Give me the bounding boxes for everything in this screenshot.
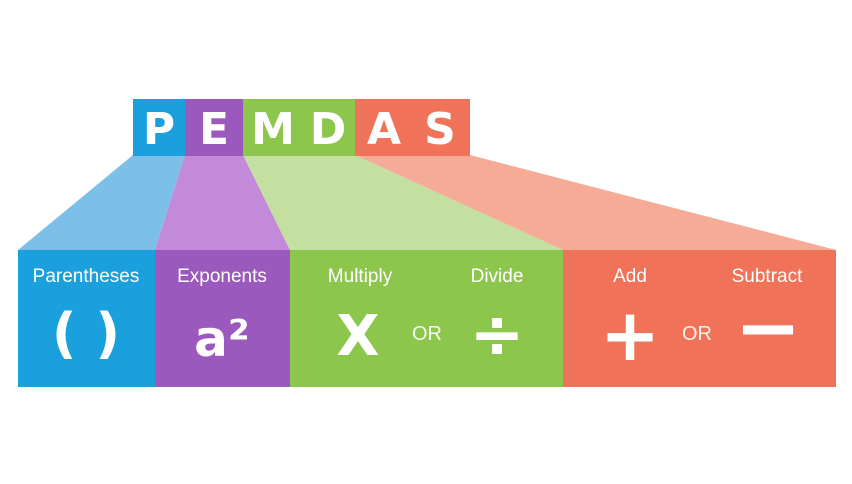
pemdas-diagram: P E M D A S Parentheses ( ) Exponents a²… — [18, 99, 836, 387]
exponent-symbol: a² — [194, 310, 250, 368]
letter-d: D — [310, 104, 347, 155]
multiply-symbol: X — [336, 304, 379, 369]
add-subtract-block: Add + OR Subtract − — [563, 250, 836, 387]
add-subtract-or: OR — [682, 323, 712, 345]
exponents-block: Exponents a² — [155, 250, 290, 387]
letter-s: S — [424, 104, 456, 155]
letter-m: M — [251, 104, 295, 155]
letter-e: E — [199, 104, 229, 155]
divide-symbol: ÷ — [469, 296, 524, 373]
multiply-divide-or: OR — [412, 323, 442, 345]
add-label: Add — [613, 266, 647, 287]
acronym-header: P E M D A S — [133, 99, 470, 156]
multiply-label: Multiply — [328, 266, 393, 287]
letter-a: A — [367, 104, 401, 155]
letter-p: P — [143, 104, 175, 155]
divide-label: Divide — [471, 266, 524, 287]
subtract-symbol: − — [734, 281, 801, 374]
parentheses-symbol: ( ) — [52, 302, 120, 365]
add-symbol: + — [600, 293, 660, 377]
multiply-divide-block: Multiply X OR Divide ÷ — [290, 250, 563, 387]
parentheses-block: Parentheses ( ) — [18, 250, 155, 387]
exponents-label: Exponents — [177, 266, 267, 287]
parentheses-label: Parentheses — [33, 266, 140, 287]
